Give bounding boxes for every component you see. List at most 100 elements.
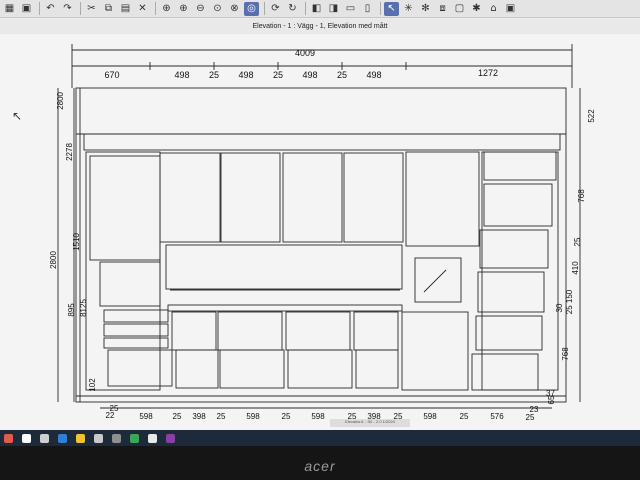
edge-icon[interactable]: [58, 433, 67, 443]
zoom-fit-icon[interactable]: ⊙: [210, 2, 225, 16]
dim-right-1: 522: [587, 109, 596, 123]
drawing-canvas[interactable]: 4009 670 498 25 498 25 498 25 498 1272 2…: [0, 34, 640, 430]
toolbar-divider: [305, 2, 306, 15]
dim-bottom-14: 25: [460, 412, 469, 421]
wall-cabinet-door-2[interactable]: [220, 152, 281, 243]
chrome-icon[interactable]: [130, 433, 139, 443]
dim-top-4: 498: [238, 70, 253, 80]
dim-top-3: 25: [209, 70, 219, 80]
toolbar: ▦ ▣ ↶ ↷ ✂ ⧉ ▤ ✕ ⊕ ⊕ ⊖ ⊙ ⊗ ◎ ⟳ ↻ ◧ ◨ ▭ ▯ …: [0, 0, 640, 18]
tall-cabinet-right-door-1[interactable]: [483, 183, 553, 227]
image-icon[interactable]: ▣: [19, 2, 34, 16]
dim-right-6: 25 150: [565, 289, 574, 314]
dim-right-5: 30: [555, 303, 564, 312]
active-app-icon[interactable]: [166, 433, 175, 443]
dim-bottom-15: 576: [490, 412, 504, 421]
pointer-icon[interactable]: ↖: [384, 1, 399, 16]
settings-icon[interactable]: [112, 433, 121, 443]
base-drawer-2[interactable]: [217, 311, 283, 351]
dim-bottom-2: 22: [106, 411, 115, 420]
base-drawer-3[interactable]: [285, 311, 351, 351]
base-door-4[interactable]: [355, 349, 399, 389]
dim-bottom-16: 25: [526, 413, 535, 422]
base-drawer-1[interactable]: [171, 311, 217, 351]
base-drawer-4[interactable]: [353, 311, 399, 351]
pan-icon[interactable]: ⊗: [227, 2, 242, 16]
file-explorer-icon[interactable]: [76, 433, 85, 443]
taskbar: [0, 430, 640, 446]
plan-icon[interactable]: ▭: [343, 2, 358, 16]
dim-left-7: 102: [88, 378, 97, 392]
toolbar-divider: [39, 2, 40, 15]
frame-icon[interactable]: ▣: [503, 2, 518, 16]
zoom-out-icon[interactable]: ⊖: [193, 2, 208, 16]
elevation-icon[interactable]: ▯: [360, 2, 375, 16]
rotate-icon[interactable]: ↻: [285, 2, 300, 16]
base-door-5[interactable]: [401, 311, 469, 391]
task-view-icon[interactable]: [40, 433, 49, 443]
drawer[interactable]: [103, 337, 169, 349]
microwave[interactable]: [414, 257, 462, 303]
dim-bottom-7: 598: [246, 412, 260, 421]
base-door-1[interactable]: [175, 349, 219, 389]
drawer[interactable]: [103, 323, 169, 337]
dim-bottom-13: 598: [423, 412, 437, 421]
settings-icon[interactable]: ✻: [418, 2, 433, 16]
dim-bottom-3: 598: [139, 412, 153, 421]
wall-cabinet-door-1[interactable]: [159, 152, 221, 243]
worktop: [167, 304, 403, 312]
cut-icon[interactable]: ✂: [84, 2, 99, 16]
wall-cabinet-door-3[interactable]: [282, 152, 343, 243]
measure-icon[interactable]: ✳: [401, 2, 416, 16]
search-icon[interactable]: [22, 433, 31, 443]
tall-cabinet-middle-door[interactable]: [99, 261, 161, 307]
dim-top-8: 498: [366, 70, 381, 80]
base-door-3[interactable]: [287, 349, 353, 389]
monitor-brand-logo: acer: [304, 458, 336, 474]
tall-cabinet-right-door-2[interactable]: [479, 229, 549, 269]
app-icon[interactable]: [148, 433, 157, 443]
zoom-icon[interactable]: ⊕: [159, 2, 174, 16]
orbit-icon[interactable]: ◎: [244, 1, 259, 16]
wall-cabinet-door-5[interactable]: [405, 151, 480, 247]
copy-icon[interactable]: ⧉: [101, 2, 116, 16]
dim-right-2: 768: [577, 189, 586, 203]
dim-bottom-4: 25: [173, 412, 182, 421]
drawer[interactable]: [103, 309, 169, 323]
microwave-glare: [423, 269, 447, 293]
mail-icon[interactable]: [94, 433, 103, 443]
tall-cabinet-right-door-4[interactable]: [475, 315, 543, 351]
toolbar-divider: [380, 2, 381, 15]
screen: ▦ ▣ ↶ ↷ ✂ ⧉ ▤ ✕ ⊕ ⊕ ⊖ ⊙ ⊗ ◎ ⟳ ↻ ◧ ◨ ▭ ▯ …: [0, 0, 640, 430]
grid-icon[interactable]: ▦: [2, 2, 17, 16]
window-icon[interactable]: ▢: [452, 2, 467, 16]
dim-left-1: 2800: [56, 91, 65, 109]
view-icon[interactable]: ⌂: [486, 2, 501, 16]
backsplash: [165, 244, 403, 290]
dim-top-2: 498: [174, 70, 189, 80]
shape-icon[interactable]: ◧: [309, 2, 324, 16]
tall-cabinet-right-top[interactable]: [483, 151, 557, 181]
dim-bottom-5: 398: [192, 412, 206, 421]
elevation-drawing: 4009 670 498 25 498 25 498 25 498 1272 2…: [12, 44, 596, 422]
refresh-icon[interactable]: ⟳: [268, 2, 283, 16]
cursor-icon: ↖: [12, 109, 22, 123]
dim-top-9: 1272: [478, 68, 498, 78]
drawer[interactable]: [107, 349, 173, 387]
paste-icon[interactable]: ▤: [118, 2, 133, 16]
zoom-in-icon[interactable]: ⊕: [176, 2, 191, 16]
undo-icon[interactable]: ↶: [43, 2, 58, 16]
redo-icon[interactable]: ↷: [60, 2, 75, 16]
tall-cabinet-upper-door[interactable]: [89, 155, 161, 261]
status-text: Elevation1 - 3D - 2.0 1/2024: [330, 419, 410, 427]
layer-icon[interactable]: ◨: [326, 2, 341, 16]
wall-cabinet-door-4[interactable]: [343, 152, 404, 243]
delete-icon[interactable]: ✕: [135, 2, 150, 16]
tall-cabinet-right-door-3[interactable]: [477, 271, 545, 313]
dim-left-6: 8125: [79, 299, 88, 317]
base-door-2[interactable]: [219, 349, 285, 389]
windows-start-icon[interactable]: [4, 433, 13, 443]
tall-cabinet-left[interactable]: [85, 151, 161, 391]
tools-icon[interactable]: ✱: [469, 2, 484, 16]
layers-icon[interactable]: ⧈: [435, 2, 450, 16]
